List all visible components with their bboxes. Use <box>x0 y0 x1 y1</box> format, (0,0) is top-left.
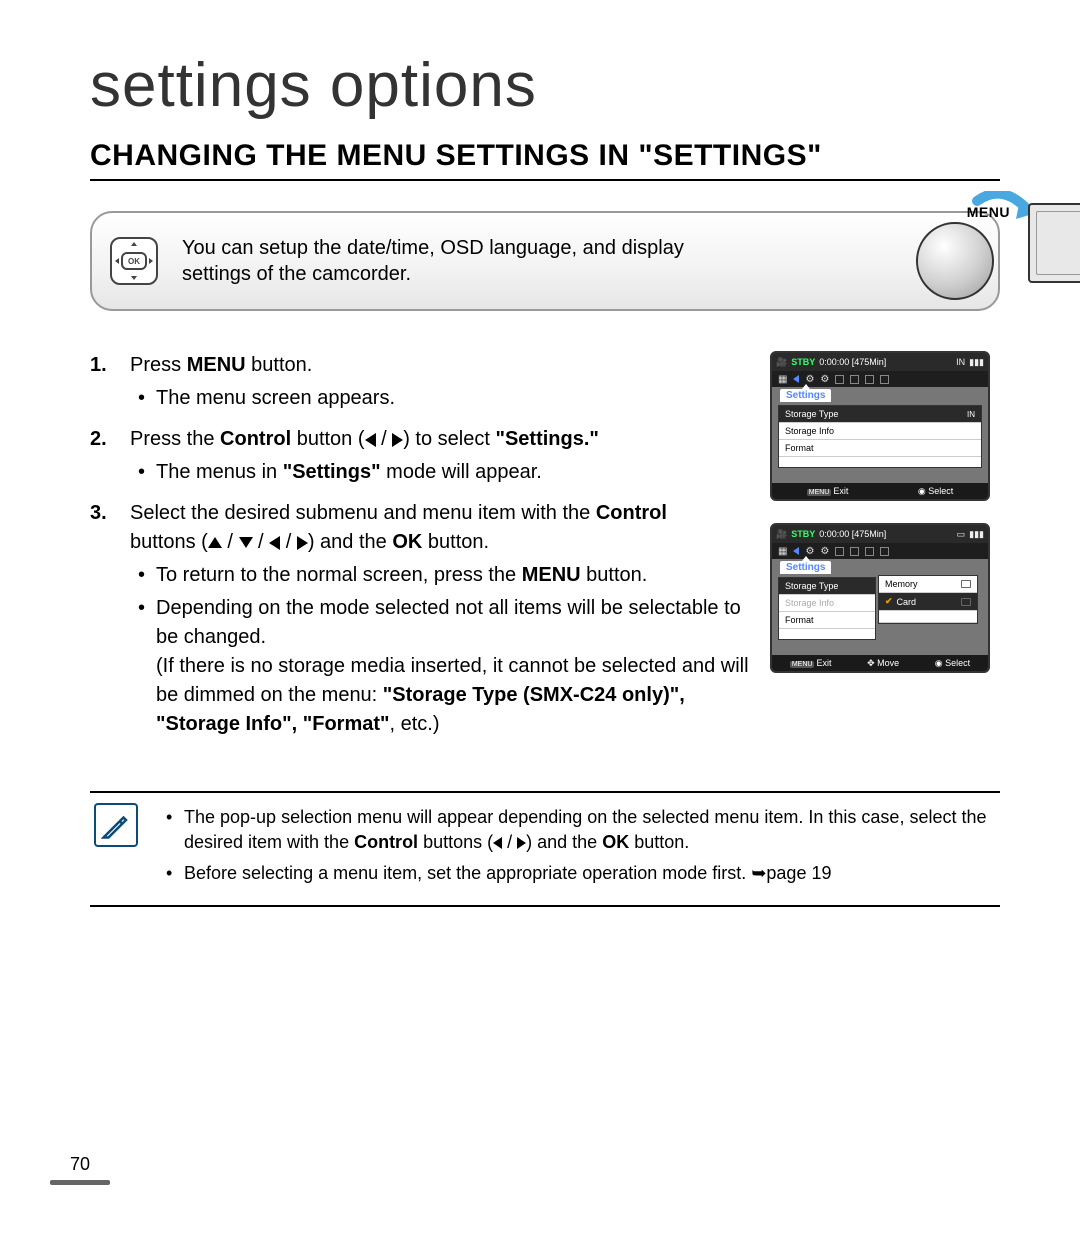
up-triangle-icon <box>208 537 222 548</box>
note-icon <box>94 803 138 847</box>
left-arrow-icon <box>793 547 799 555</box>
menu-settings-tab-icon: ⚙ <box>805 374 814 385</box>
menu-row-storage-type: Storage TypeIN <box>779 406 981 423</box>
grid-icon: ▦ <box>778 546 787 557</box>
popup-panel: Memory ✔Card <box>878 575 978 624</box>
card-icon: ▭ <box>957 529 966 540</box>
menu-panel: Storage Type Storage Info Format <box>778 577 876 640</box>
left-triangle-icon <box>493 837 502 849</box>
section-heading: CHANGING THE MENU SETTINGS IN "SETTINGS" <box>90 139 1000 181</box>
right-triangle-icon <box>297 536 308 550</box>
popup-row-memory: Memory <box>879 576 977 593</box>
popup-row-card: ✔Card <box>879 593 977 611</box>
step-number: 1. <box>90 351 107 380</box>
osd-screenshot-1: 🎥 STBY 0:00:00 [475Min] IN ▮▮▮ ▦ ⚙ ⚙ Set… <box>770 351 990 501</box>
camcorder-illustration <box>1008 195 1080 315</box>
menu-row-storage-type: Storage Type <box>779 578 875 595</box>
intro-text: You can setup the date/time, OSD languag… <box>182 235 718 287</box>
grid-icon: ▦ <box>778 374 787 385</box>
rec-time: 0:00:00 [475Min] <box>819 357 886 367</box>
check-icon: ✔ <box>885 596 893 607</box>
battery-icon: ▮▮▮ <box>969 357 984 368</box>
left-arrow-icon <box>793 375 799 383</box>
down-triangle-icon <box>239 537 253 548</box>
step-3-sub-2: Depending on the mode selected not all i… <box>130 594 750 739</box>
stby-indicator: STBY <box>791 357 815 367</box>
step-2-sub: The menus in "Settings" mode will appear… <box>130 458 750 487</box>
step-number: 3. <box>90 499 107 528</box>
osd-screenshot-2: 🎥 STBY 0:00:00 [475Min] ▭ ▮▮▮ ▦ ⚙ ⚙ Sett… <box>770 523 990 673</box>
step-3-sub-1: To return to the normal screen, press th… <box>130 561 750 590</box>
steps-list: 1. Press MENU button. The menu screen ap… <box>90 351 750 739</box>
placeholder-icon <box>865 375 874 384</box>
footer-exit: MENUExit <box>790 658 832 668</box>
menu-gear-off-icon: ⚙ <box>820 546 829 557</box>
page-title: settings options <box>90 50 1000 121</box>
menu-row-format: Format <box>779 612 875 629</box>
footer-exit: MENUExit <box>807 486 849 496</box>
menu-settings-tab-icon: ⚙ <box>805 546 814 557</box>
step-1: 1. Press MENU button. The menu screen ap… <box>90 351 750 413</box>
page-number: 70 <box>70 1154 90 1175</box>
card-icon <box>961 598 971 606</box>
step-2: 2. Press the Control button ( / ) to sel… <box>90 425 750 487</box>
stby-indicator: STBY <box>791 529 815 539</box>
left-triangle-icon <box>365 433 376 447</box>
placeholder-icon <box>835 375 844 384</box>
step-3: 3. Select the desired submenu and menu i… <box>90 499 750 739</box>
footer-select: ◉ Select <box>935 658 970 669</box>
notes-box: The pop-up selection menu will appear de… <box>90 791 1000 907</box>
placeholder-icon <box>850 547 859 556</box>
menu-row-storage-info: Storage Info <box>779 595 875 612</box>
placeholder-icon <box>850 375 859 384</box>
placeholder-icon <box>865 547 874 556</box>
intro-banner: OK You can setup the date/time, OSD lang… <box>90 211 1000 311</box>
placeholder-icon <box>880 547 889 556</box>
footer-move: ✥ Move <box>867 658 899 669</box>
placeholder-icon <box>880 375 889 384</box>
menu-row-format: Format <box>779 440 981 457</box>
in-icon <box>961 580 971 588</box>
step-1-sub: The menu screen appears. <box>130 384 750 413</box>
storage-in-icon: IN <box>956 357 965 367</box>
settings-tab: Settings <box>780 561 831 574</box>
note-2: Before selecting a menu item, set the ap… <box>160 861 996 886</box>
menu-gear-off-icon: ⚙ <box>820 374 829 385</box>
note-1: The pop-up selection menu will appear de… <box>160 805 996 855</box>
ok-dpad-icon: OK <box>110 237 158 285</box>
menu-row-storage-info: Storage Info <box>779 423 981 440</box>
menu-panel: Storage TypeIN Storage Info Format <box>778 405 982 468</box>
rec-time: 0:00:00 [475Min] <box>819 529 886 539</box>
settings-tab: Settings <box>780 389 831 402</box>
footer-select: ◉ Select <box>918 486 953 497</box>
step-number: 2. <box>90 425 107 454</box>
battery-icon: ▮▮▮ <box>969 529 984 540</box>
ok-label: OK <box>121 252 147 270</box>
placeholder-icon <box>835 547 844 556</box>
right-triangle-icon <box>392 433 403 447</box>
page-ref-arrow-icon: ➥ <box>751 863 766 883</box>
left-triangle-icon <box>269 536 280 550</box>
page-number-tab <box>50 1180 110 1185</box>
right-triangle-icon <box>517 837 526 849</box>
